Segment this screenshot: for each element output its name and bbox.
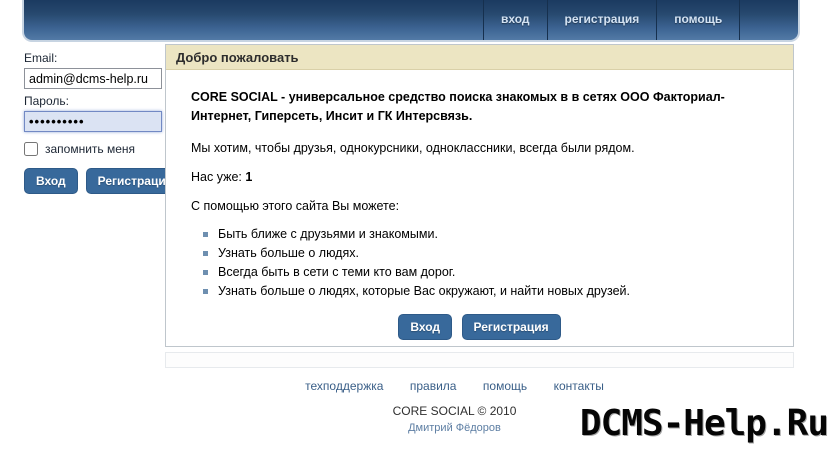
empty-sub-panel xyxy=(165,352,794,368)
square-bullet-icon xyxy=(203,232,208,237)
footer-link-rules[interactable]: правила xyxy=(410,379,457,393)
dcms-help-watermark: DCMS-Help.Ru xyxy=(579,403,828,444)
panel-title: Добро пожаловать xyxy=(166,45,793,70)
square-bullet-icon xyxy=(203,251,208,256)
list-item-text: Всегда быть в сети с теми кто вам дорог. xyxy=(218,265,456,279)
footer-links: техподдержка правила помощь контакты xyxy=(140,377,769,395)
login-form: Email: Пароль: запомнить меня Вход Регис… xyxy=(24,51,185,194)
main-buttons-row: Вход Регистрация xyxy=(191,314,768,340)
list-item-text: Узнать больше о людях. xyxy=(218,246,359,260)
square-bullet-icon xyxy=(203,270,208,275)
user-count-label: Нас уже: xyxy=(191,170,246,184)
footer-link-support[interactable]: техподдержка xyxy=(305,379,383,393)
mission-text: Мы хотим, чтобы друзья, однокурсники, од… xyxy=(191,141,635,155)
user-count-value: 1 xyxy=(245,170,253,184)
password-field[interactable] xyxy=(24,111,162,132)
intro-text: CORE SOCIAL - универсальное средство пои… xyxy=(191,90,725,123)
top-nav-menu: вход регистрация помощь xyxy=(483,0,741,40)
email-field[interactable] xyxy=(24,68,162,89)
top-navigation-bar: вход регистрация помощь xyxy=(22,0,800,42)
login-button[interactable]: Вход xyxy=(24,168,78,194)
main-login-button[interactable]: Вход xyxy=(398,314,453,340)
login-buttons-row: Вход Регистрация xyxy=(24,168,185,194)
remember-me-label: запомнить меня xyxy=(45,142,136,156)
footer-link-help[interactable]: помощь xyxy=(483,379,527,393)
features-list: Быть ближе с друзьями и знакомыми. Узнат… xyxy=(203,227,768,298)
password-label: Пароль: xyxy=(24,94,69,108)
nav-item-help[interactable]: помощь xyxy=(656,0,741,40)
features-intro: С помощью этого сайта Вы можете: xyxy=(191,199,400,213)
square-bullet-icon xyxy=(203,289,208,294)
main-register-button[interactable]: Регистрация xyxy=(461,314,561,340)
nav-item-register[interactable]: регистрация xyxy=(546,0,657,40)
list-item: Узнать больше о людях. xyxy=(203,246,768,260)
list-item-text: Быть ближе с друзьями и знакомыми. xyxy=(218,227,438,241)
list-item: Быть ближе с друзьями и знакомыми. xyxy=(203,227,768,241)
email-label: Email: xyxy=(24,51,58,65)
remember-me-checkbox[interactable] xyxy=(24,142,38,156)
footer-link-contacts[interactable]: контакты xyxy=(554,379,604,393)
user-count-line: Нас уже: 1 xyxy=(191,171,768,184)
remember-me-row: запомнить меня xyxy=(24,142,162,156)
list-item: Узнать больше о людях, которые Вас окруж… xyxy=(203,284,768,298)
nav-item-login[interactable]: вход xyxy=(483,0,547,40)
panel-content: CORE SOCIAL - универсальное средство пои… xyxy=(166,70,793,340)
welcome-panel: Добро пожаловать CORE SOCIAL - универсал… xyxy=(165,44,794,347)
list-item-text: Узнать больше о людях, которые Вас окруж… xyxy=(218,284,630,298)
list-item: Всегда быть в сети с теми кто вам дорог. xyxy=(203,265,768,279)
